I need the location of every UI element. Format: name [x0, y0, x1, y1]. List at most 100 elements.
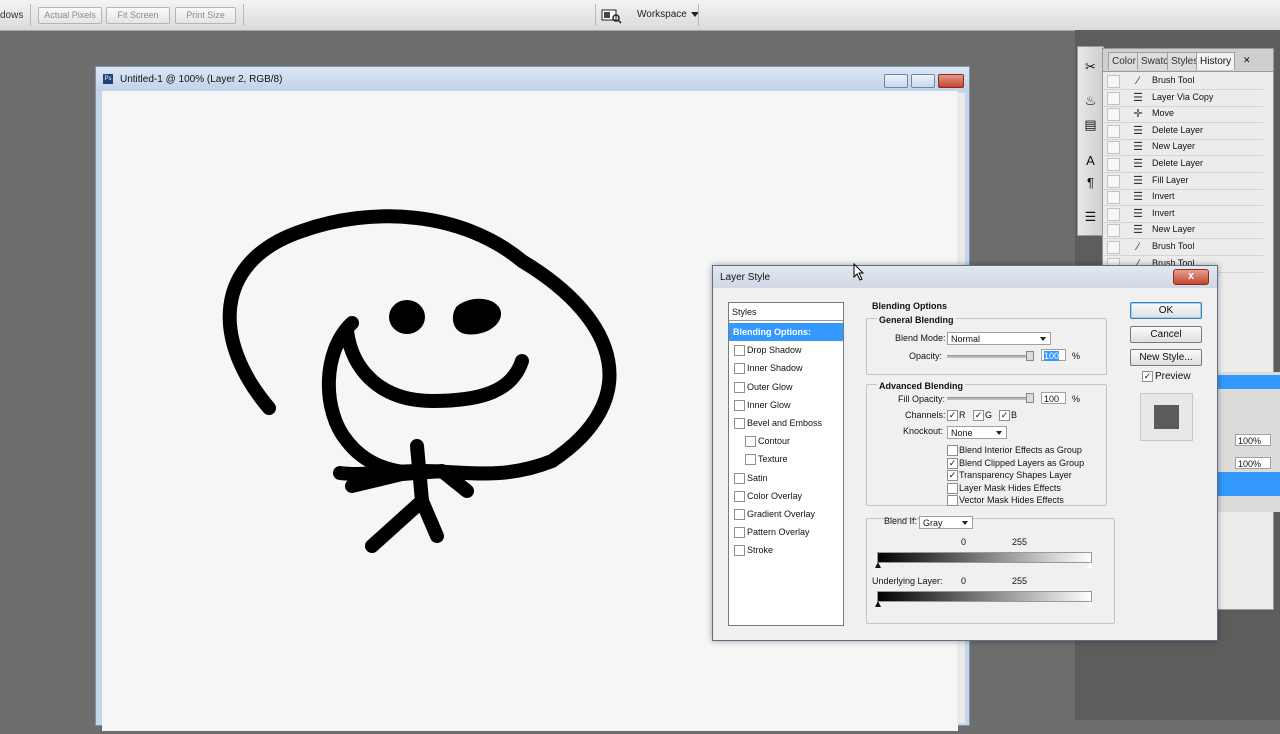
cancel-button[interactable]: Cancel [1130, 326, 1202, 343]
workspace-menu[interactable]: Workspace [637, 9, 699, 20]
tab-history[interactable]: History [1196, 52, 1236, 70]
selected-layer-row[interactable] [1213, 472, 1280, 496]
actual-pixels-button[interactable]: Actual Pixels [38, 7, 102, 24]
history-snapshot-checkbox[interactable] [1107, 224, 1120, 238]
history-item[interactable]: ✛ Move [1103, 106, 1263, 124]
history-item[interactable]: ☰ Layer Via Copy [1103, 90, 1263, 107]
history-snapshot-checkbox[interactable] [1107, 158, 1120, 171]
opacity-value: 100 [1044, 351, 1060, 361]
close-tab-icon[interactable]: ✕ [1243, 55, 1251, 66]
fill-field[interactable]: 100% [1235, 457, 1271, 469]
document-titlebar[interactable]: Ps Untitled-1 @ 100% (Layer 2, RGB/8) [96, 67, 969, 91]
history-item[interactable]: ∕ Brush Tool [1103, 239, 1263, 256]
ok-button[interactable]: OK [1130, 302, 1202, 319]
maximize-button[interactable] [911, 74, 935, 88]
dialog-titlebar[interactable]: Layer Style x [713, 266, 1217, 288]
history-snapshot-checkbox[interactable] [1107, 141, 1120, 155]
history-item[interactable]: ☰ Fill Layer [1103, 173, 1263, 190]
style-item[interactable]: Stroke [729, 541, 843, 559]
advanced-option-checkbox[interactable] [947, 445, 958, 456]
style-item[interactable]: Bevel and Emboss [729, 414, 843, 432]
history-snapshot-checkbox[interactable] [1107, 124, 1120, 138]
style-item[interactable]: Color Overlay [729, 487, 843, 505]
history-item[interactable]: ∕ Brush Tool [1103, 73, 1263, 90]
close-button[interactable] [938, 74, 964, 88]
style-checkbox[interactable] [734, 418, 745, 429]
style-item[interactable]: Outer Glow [729, 378, 843, 396]
minimize-button[interactable] [884, 74, 908, 88]
advanced-option-checkbox[interactable] [947, 495, 958, 506]
style-checkbox[interactable] [745, 436, 756, 448]
style-item[interactable]: Blending Options: Default [729, 323, 843, 355]
history-snapshot-checkbox[interactable] [1107, 207, 1120, 221]
history-item[interactable]: ☰ New Layer [1103, 222, 1263, 240]
opacity-slider-thumb[interactable] [1026, 351, 1034, 361]
style-checkbox[interactable] [734, 472, 745, 484]
tools-icon[interactable]: ✂ [1082, 59, 1099, 75]
advanced-option-checkbox[interactable] [947, 482, 958, 494]
style-checkbox[interactable] [734, 363, 745, 375]
channel-b-checkbox[interactable]: ✓ [999, 410, 1010, 421]
style-checkbox[interactable] [734, 399, 745, 411]
style-item[interactable]: Texture [729, 450, 843, 468]
style-item[interactable]: Inner Shadow [729, 359, 843, 377]
blend-mode-select[interactable]: Normal [947, 332, 1051, 345]
style-checkbox[interactable] [734, 509, 745, 520]
print-size-button[interactable]: Print Size [175, 7, 236, 24]
new-style-button[interactable]: New Style... [1130, 349, 1202, 366]
this-layer-gradient [877, 552, 1092, 563]
character-icon[interactable]: A [1082, 153, 1099, 169]
fill-opacity-slider[interactable] [947, 397, 1033, 400]
fill-opacity-slider-thumb[interactable] [1026, 393, 1034, 403]
advanced-option-checkbox[interactable]: ✓ [947, 457, 958, 469]
preview-checkbox[interactable]: ✓ [1142, 371, 1153, 382]
style-checkbox[interactable] [745, 454, 756, 466]
this-layer-black-slider[interactable] [875, 562, 881, 568]
workspace-icon[interactable] [600, 6, 622, 24]
opacity-slider[interactable] [947, 355, 1033, 358]
history-snapshot-checkbox[interactable] [1107, 108, 1120, 122]
preview-label: Preview [1155, 371, 1191, 382]
style-checkbox[interactable] [734, 345, 745, 357]
style-checkbox[interactable] [734, 490, 745, 502]
underlying-white-slider[interactable] [1087, 601, 1093, 607]
history-item[interactable]: ☰ Delete Layer [1103, 123, 1263, 140]
blend-if-label: Blend If: [884, 516, 918, 526]
style-checkbox[interactable] [734, 545, 745, 557]
underlying-black-slider[interactable] [875, 601, 881, 607]
channel-r-checkbox[interactable]: ✓ [947, 410, 958, 421]
history-item[interactable]: ☰ New Layer [1103, 139, 1263, 157]
dialog-close-button[interactable]: x [1173, 269, 1209, 285]
history-item[interactable]: ☰ Invert [1103, 206, 1263, 223]
history-snapshot-checkbox[interactable] [1107, 191, 1120, 205]
blend-if-select[interactable]: Gray [919, 516, 973, 529]
style-item[interactable]: Inner Glow [729, 396, 843, 414]
history-item[interactable]: ☰ Delete Layer [1103, 156, 1263, 173]
style-item[interactable]: Pattern Overlay [729, 523, 843, 541]
advanced-option-checkbox[interactable]: ✓ [947, 470, 958, 481]
history-snapshot-checkbox[interactable] [1107, 91, 1120, 105]
style-item[interactable]: Satin [729, 469, 843, 487]
fill-opacity-input[interactable]: 100 [1041, 392, 1066, 404]
style-item[interactable]: Drop Shadow [729, 341, 843, 359]
style-checkbox[interactable] [734, 381, 745, 393]
history-item[interactable]: ☰ Invert [1103, 189, 1263, 207]
style-checkbox[interactable] [734, 527, 745, 539]
history-snapshot-checkbox[interactable] [1107, 75, 1120, 88]
clone-source-icon[interactable]: ♨ [1082, 93, 1099, 109]
styles-header[interactable]: Styles [729, 303, 843, 321]
notes-icon[interactable]: ☰ [1082, 209, 1099, 225]
channel-g-checkbox[interactable]: ✓ [973, 410, 984, 421]
fit-screen-button[interactable]: Fit Screen [106, 7, 170, 24]
history-snapshot-checkbox[interactable] [1107, 174, 1120, 188]
opacity-input[interactable]: 100 [1041, 349, 1066, 361]
paragraph-icon[interactable]: ¶ [1082, 175, 1099, 191]
knockout-select[interactable]: None [947, 426, 1007, 439]
history-snapshot-checkbox[interactable] [1107, 241, 1120, 254]
layer-comps-icon[interactable]: ▤ [1082, 117, 1099, 133]
style-item[interactable]: Gradient Overlay [729, 505, 843, 523]
this-layer-white-slider[interactable] [1087, 562, 1093, 568]
style-item[interactable]: Contour [729, 432, 843, 450]
tab-color[interactable]: Color [1108, 52, 1140, 70]
opacity-field[interactable]: 100% [1235, 434, 1271, 446]
